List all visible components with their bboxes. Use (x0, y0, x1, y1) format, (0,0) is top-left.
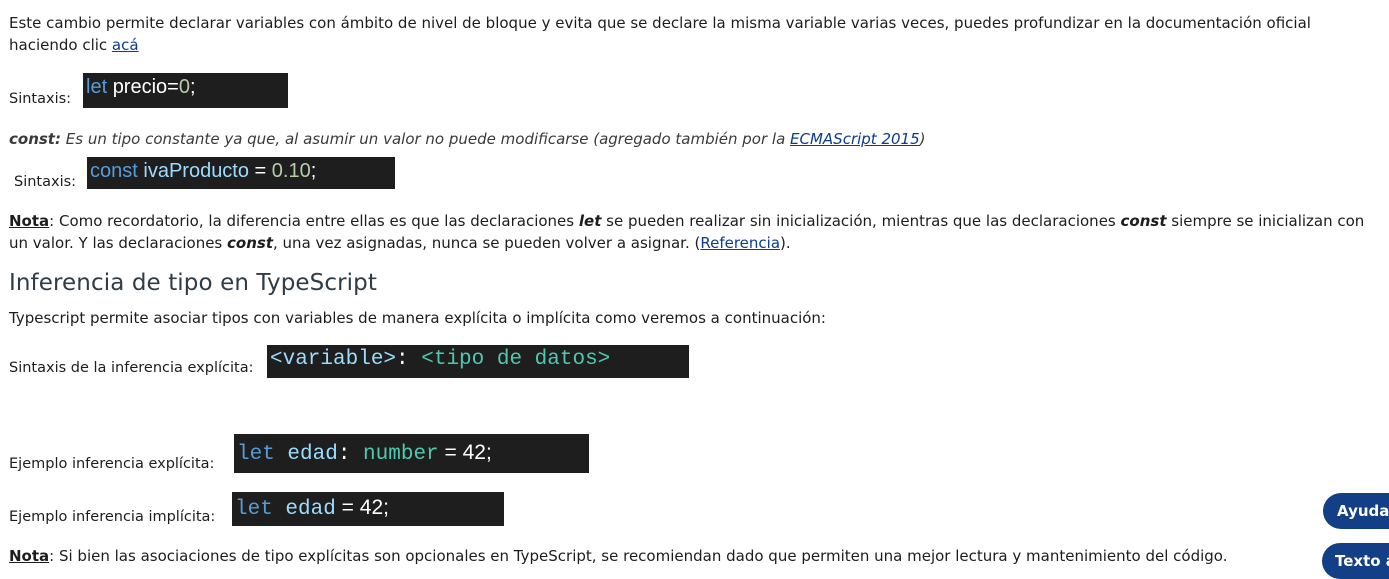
explicit-example-label: Ejemplo inferencia explícita: (9, 456, 215, 472)
let-syntax-label: Sintaxis: (9, 91, 72, 107)
const-code-block: const ivaProducto = 0.10; (87, 157, 395, 189)
reference-link[interactable]: Referencia (700, 234, 780, 252)
help-button[interactable]: Ayuda (1323, 493, 1389, 529)
explicit-syntax-label: Sintaxis de la inferencia explícita: (9, 360, 254, 376)
code-identifier: edad (274, 443, 338, 466)
explicit-syntax-code: <variable>: <tipo de datos> (267, 345, 689, 378)
implicit-example-label: Ejemplo inferencia implícita: (9, 509, 216, 525)
note-paragraph-2: Nota: Si bien las asociaciones de tipo e… (9, 547, 1228, 565)
docs-link[interactable]: acá (112, 36, 139, 54)
intro-text: Este cambio permite declarar variables c… (9, 14, 1311, 54)
explicit-example-code: let edad: number = 42; (234, 434, 589, 473)
code-number: 0 (178, 76, 190, 98)
const-description: const: Es un tipo constante ya que, al a… (9, 130, 926, 148)
const-term: const: (9, 130, 61, 148)
code-number: 0.10 (271, 160, 311, 182)
intro-paragraph: Este cambio permite declarar variables c… (9, 12, 1329, 56)
text-button[interactable]: Texto a (1322, 543, 1389, 579)
section-intro: Typescript permite asociar tipos con var… (9, 309, 826, 327)
code-identifier: edad (272, 498, 336, 521)
ecmascript-link[interactable]: ECMAScript 2015 (790, 130, 920, 148)
let-code-block: let precio=0; (83, 73, 288, 108)
code-identifier: ivaProducto (143, 160, 249, 182)
const-syntax-label: Sintaxis: (14, 174, 77, 190)
code-variable-placeholder: <variable> (270, 348, 397, 371)
code-keyword: const (90, 160, 138, 182)
code-keyword: let (237, 443, 275, 466)
note-label: Nota (9, 212, 50, 230)
code-keyword: let (86, 76, 108, 98)
implicit-example-code: let edad = 42; (232, 492, 504, 526)
note-label: Nota (9, 547, 50, 565)
code-type: number (363, 443, 439, 466)
code-type-placeholder: <tipo de datos> (421, 348, 611, 371)
section-heading: Inferencia de tipo en TypeScript (9, 270, 377, 296)
code-identifier: precio (112, 76, 168, 98)
code-keyword: let (235, 498, 273, 521)
note-paragraph-1: Nota: Como recordatorio, la diferencia e… (9, 212, 1365, 252)
